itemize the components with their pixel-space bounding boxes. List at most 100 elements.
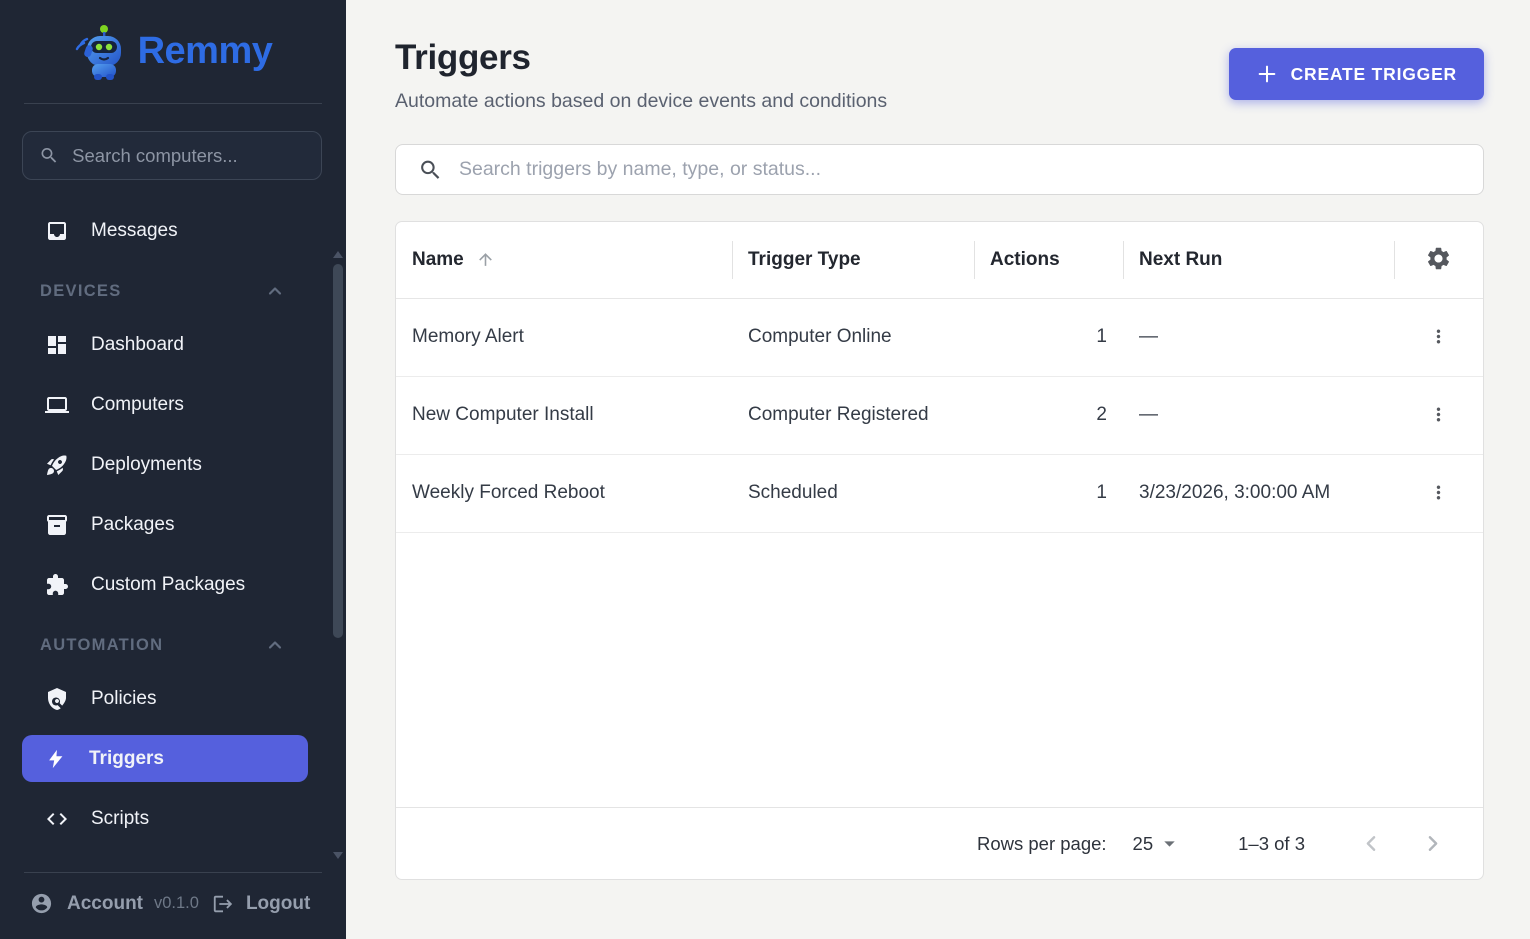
messages-icon — [45, 219, 69, 243]
search-triggers-input[interactable] — [459, 158, 1465, 181]
sidebar-item-label: Triggers — [89, 748, 164, 770]
row-menu-button[interactable] — [1424, 400, 1453, 429]
scrollbar-down-arrow[interactable] — [333, 852, 343, 859]
column-header-name[interactable]: Name — [396, 222, 732, 298]
sidebar-nav: Messages DEVICES Dashboard Computers Dep… — [0, 207, 346, 842]
computers-icon — [45, 393, 69, 417]
sidebar-item-packages[interactable]: Packages — [22, 501, 308, 548]
dropdown-arrow-icon — [1157, 831, 1182, 856]
sidebar-item-custom-packages[interactable]: Custom Packages — [22, 561, 308, 608]
triggers-table: Name Trigger Type Actions Next Run — [396, 222, 1483, 533]
deployments-icon — [45, 453, 69, 477]
chevron-up-icon — [265, 635, 285, 655]
sidebar-item-label: Deployments — [91, 454, 202, 476]
sidebar-item-label: Custom Packages — [91, 574, 245, 596]
previous-page-button[interactable] — [1355, 827, 1388, 860]
trigger-next-run: — — [1139, 326, 1158, 347]
trigger-name: New Computer Install — [412, 404, 594, 425]
scrollbar-thumb[interactable] — [333, 264, 343, 638]
trigger-actions-count: 2 — [1096, 404, 1107, 425]
row-menu-button[interactable] — [1424, 478, 1453, 507]
table-empty-area — [396, 533, 1483, 808]
table-header-row: Name Trigger Type Actions Next Run — [396, 222, 1483, 298]
search-icon — [418, 157, 443, 183]
trigger-next-run: 3/23/2026, 3:00:00 AM — [1139, 482, 1330, 503]
triggers-icon — [45, 748, 67, 770]
table-row[interactable]: Weekly Forced Reboot Scheduled 1 3/23/20… — [396, 454, 1483, 532]
account-button[interactable]: Account — [67, 893, 143, 915]
trigger-actions-count: 1 — [1096, 326, 1107, 347]
sidebar-item-label: Computers — [91, 394, 184, 416]
trigger-name: Memory Alert — [412, 326, 524, 347]
sort-ascending-icon — [476, 250, 495, 269]
policies-icon — [45, 687, 69, 711]
sidebar-item-messages[interactable]: Messages — [22, 207, 308, 254]
page-title: Triggers — [395, 38, 887, 78]
logout-button[interactable]: Logout — [212, 893, 310, 915]
sidebar-item-dashboard[interactable]: Dashboard — [22, 321, 308, 368]
page-header: Triggers Automate actions based on devic… — [395, 38, 1484, 113]
sidebar-item-label: Messages — [91, 220, 178, 242]
column-header-next-run[interactable]: Next Run — [1123, 222, 1394, 298]
sidebar-item-computers[interactable]: Computers — [22, 381, 308, 428]
brand-name: Remmy — [138, 30, 273, 73]
sidebar-item-scripts[interactable]: Scripts — [22, 795, 308, 842]
table-pagination: Rows per page: 25 1–3 of 3 — [396, 807, 1483, 879]
plus-icon — [1256, 63, 1278, 85]
page-subtitle: Automate actions based on device events … — [395, 90, 887, 113]
rows-per-page-select[interactable]: 25 — [1133, 831, 1183, 856]
triggers-search-bar[interactable] — [395, 144, 1484, 195]
kebab-menu-icon — [1428, 482, 1449, 503]
trigger-type: Scheduled — [748, 482, 838, 503]
packages-icon — [45, 513, 69, 537]
pagination-range-label: 1–3 of 3 — [1238, 833, 1305, 855]
sidebar-search[interactable] — [22, 131, 322, 180]
chevron-up-icon — [265, 281, 285, 301]
sidebar-item-label: Dashboard — [91, 334, 184, 356]
trigger-name: Weekly Forced Reboot — [412, 482, 605, 503]
robot-mascot-icon — [74, 23, 128, 81]
table-row[interactable]: New Computer Install Computer Registered… — [396, 376, 1483, 454]
kebab-menu-icon — [1428, 326, 1449, 347]
scrollbar-up-arrow[interactable] — [333, 251, 343, 258]
triggers-table-card: Name Trigger Type Actions Next Run — [395, 221, 1484, 880]
sidebar-item-deployments[interactable]: Deployments — [22, 441, 308, 488]
sidebar-footer: Account v0.1.0 Logout — [0, 872, 346, 939]
version-label: v0.1.0 — [154, 894, 199, 913]
sidebar-item-label: Packages — [91, 514, 174, 536]
row-menu-button[interactable] — [1424, 322, 1453, 351]
gear-icon — [1425, 245, 1452, 272]
sidebar-item-triggers[interactable]: Triggers — [22, 735, 308, 782]
brand-logo: Remmy — [0, 0, 346, 103]
sidebar-item-label: Scripts — [91, 808, 149, 830]
table-row[interactable]: Memory Alert Computer Online 1 — — [396, 298, 1483, 376]
sidebar-item-policies[interactable]: Policies — [22, 675, 308, 722]
trigger-type: Computer Online — [748, 326, 892, 347]
trigger-next-run: — — [1139, 404, 1158, 425]
logout-icon — [212, 893, 234, 915]
scripts-icon — [45, 807, 69, 831]
trigger-type: Computer Registered — [748, 404, 929, 425]
dashboard-icon — [45, 333, 69, 357]
chevron-right-icon — [1420, 831, 1445, 856]
section-header-automation[interactable]: AUTOMATION — [0, 635, 346, 655]
sidebar-divider — [24, 103, 322, 104]
table-settings-button[interactable] — [1421, 241, 1456, 276]
sidebar-item-label: Policies — [91, 688, 156, 710]
column-header-actions[interactable]: Actions — [974, 222, 1123, 298]
section-header-devices[interactable]: DEVICES — [0, 281, 346, 301]
trigger-actions-count: 1 — [1096, 482, 1107, 503]
column-settings-header — [1394, 222, 1483, 298]
kebab-menu-icon — [1428, 404, 1449, 425]
account-icon — [30, 892, 53, 915]
chevron-left-icon — [1359, 831, 1384, 856]
create-trigger-button[interactable]: CREATE TRIGGER — [1229, 48, 1484, 100]
next-page-button[interactable] — [1416, 827, 1449, 860]
sidebar-scrollbar — [332, 0, 344, 939]
search-icon — [39, 144, 59, 167]
custom-packages-icon — [45, 573, 69, 597]
column-header-trigger-type[interactable]: Trigger Type — [732, 222, 974, 298]
search-computers-input[interactable] — [72, 145, 307, 167]
sidebar: Remmy Messages DEVICES Dashboard — [0, 0, 346, 939]
main-content: Triggers Automate actions based on devic… — [346, 0, 1530, 939]
